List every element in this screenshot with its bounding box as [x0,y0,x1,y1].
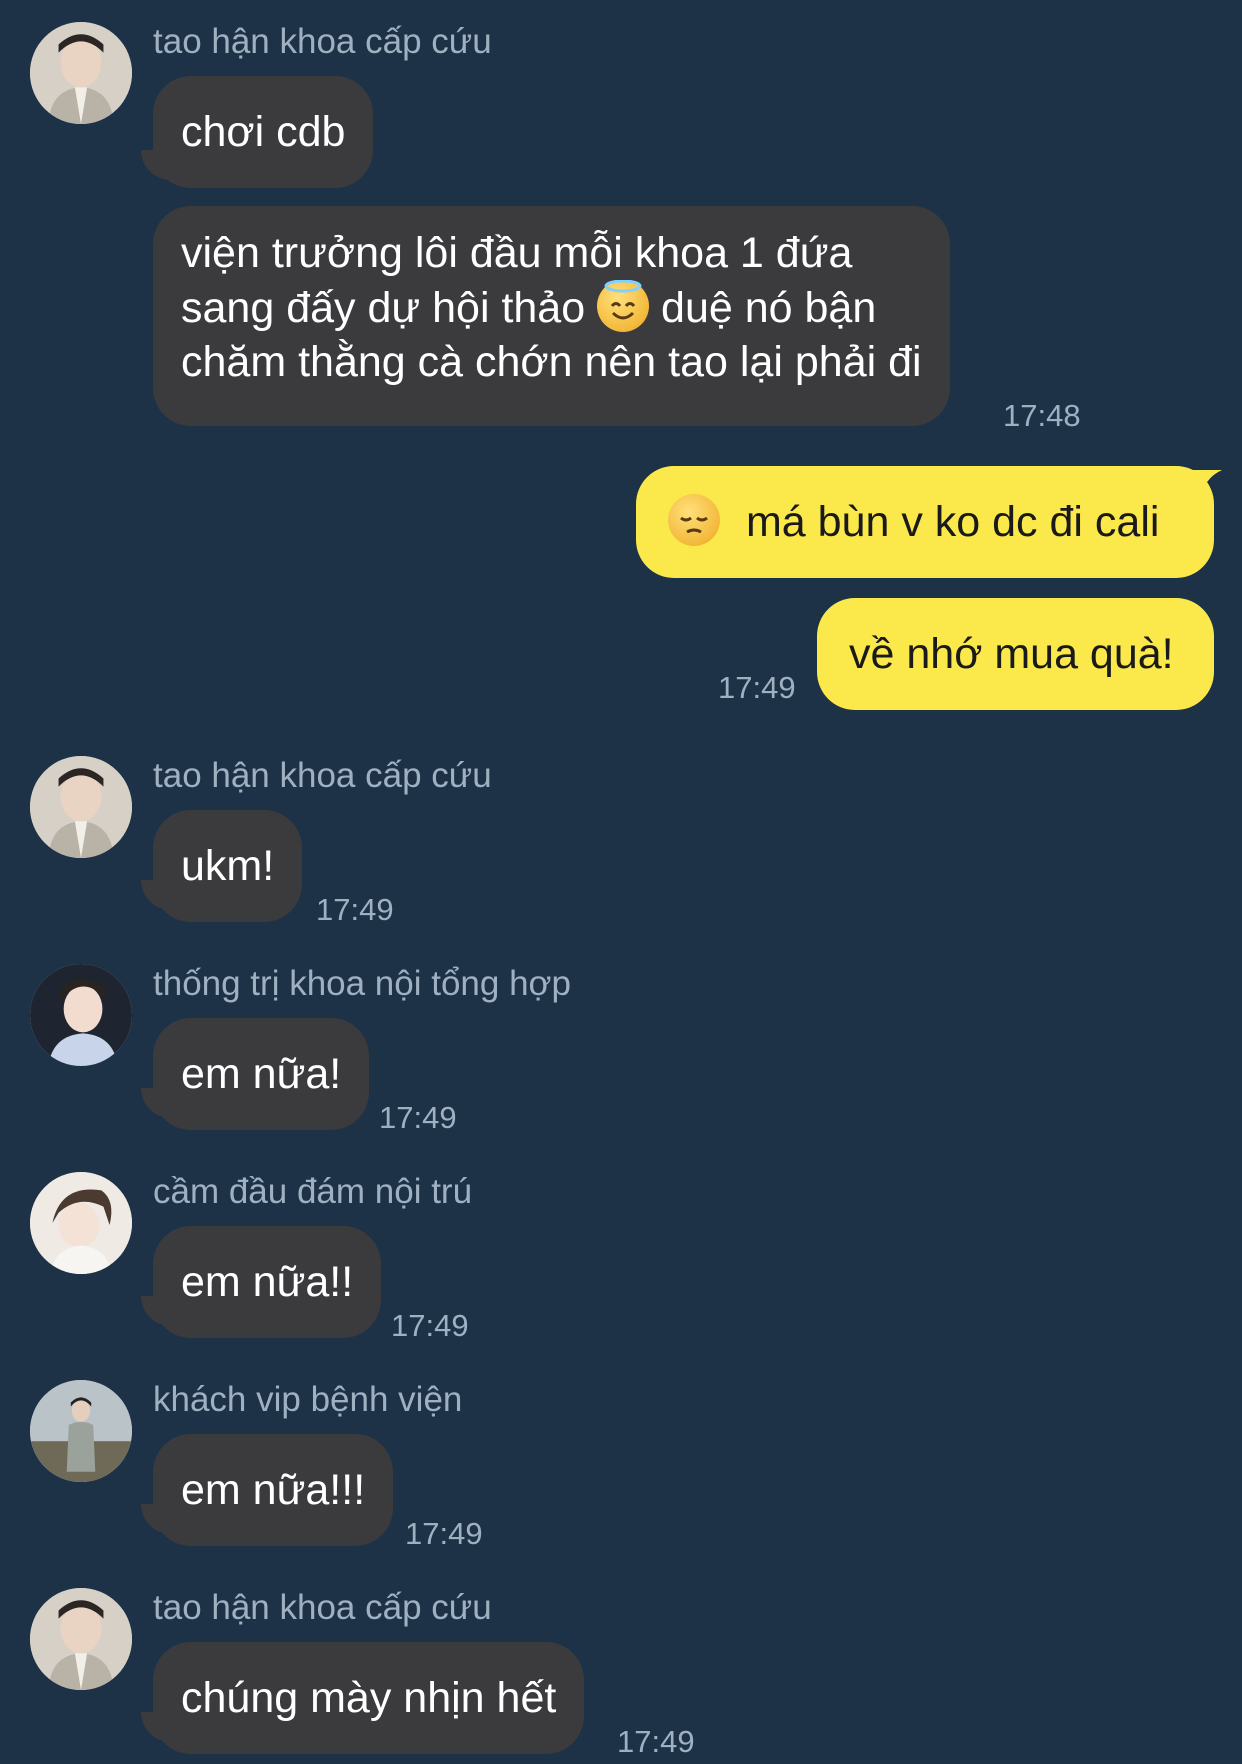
avatar[interactable] [30,22,132,124]
avatar[interactable] [30,1588,132,1690]
avatar[interactable] [30,964,132,1066]
timestamp: 17:49 [617,1724,695,1759]
avatar[interactable] [30,1172,132,1274]
message-line: sang đấy dự hội thảo duệ nó bận [181,280,922,335]
timestamp: 17:49 [718,670,796,705]
sender-name: thống trị khoa nội tổng hợp [153,964,571,1003]
message-bubble[interactable]: ukm! [153,810,303,922]
message-bubble[interactable]: chơi cdb [153,76,374,188]
sender-name: khách vip bệnh viện [153,1380,463,1419]
message-text: duệ nó bận [661,284,877,332]
message-line: viện trưởng lôi đầu mỗi khoa 1 đứa [181,229,853,277]
message-text: má bùn v ko dc đi cali [745,498,1160,546]
pensive-face-icon [668,494,720,546]
message-text: sang đấy dự hội thảo [181,284,586,332]
timestamp: 17:49 [316,892,394,927]
sender-name: tao hận khoa cấp cứu [153,1588,492,1627]
message-bubble[interactable]: chúng mày nhịn hết [153,1642,585,1754]
timestamp: 17:48 [1003,398,1081,433]
sender-name: tao hận khoa cấp cứu [153,22,492,61]
message-bubble[interactable]: em nữa!!! [153,1434,394,1546]
message-bubble[interactable]: em nữa! [153,1018,370,1130]
avatar[interactable] [30,756,132,858]
timestamp: 17:49 [405,1516,483,1551]
message-bubble[interactable]: viện trưởng lôi đầu mỗi khoa 1 đứa sang … [153,206,950,426]
message-bubble-outgoing[interactable]: má bùn v ko dc đi cali [636,466,1214,578]
message-line: chăm thằng cà chớn nên tao lại phải đi [181,338,922,386]
timestamp: 17:49 [391,1308,469,1343]
bubble-tail [1192,470,1222,500]
smiling-face-with-halo-icon [597,280,650,332]
timestamp: 17:49 [379,1100,457,1135]
sender-name: cầm đầu đám nội trú [153,1172,473,1211]
message-bubble-outgoing[interactable]: về nhớ mua quà! [817,598,1214,710]
avatar[interactable] [30,1380,132,1482]
message-bubble[interactable]: em nữa!! [153,1226,382,1338]
sender-name: tao hận khoa cấp cứu [153,756,492,795]
